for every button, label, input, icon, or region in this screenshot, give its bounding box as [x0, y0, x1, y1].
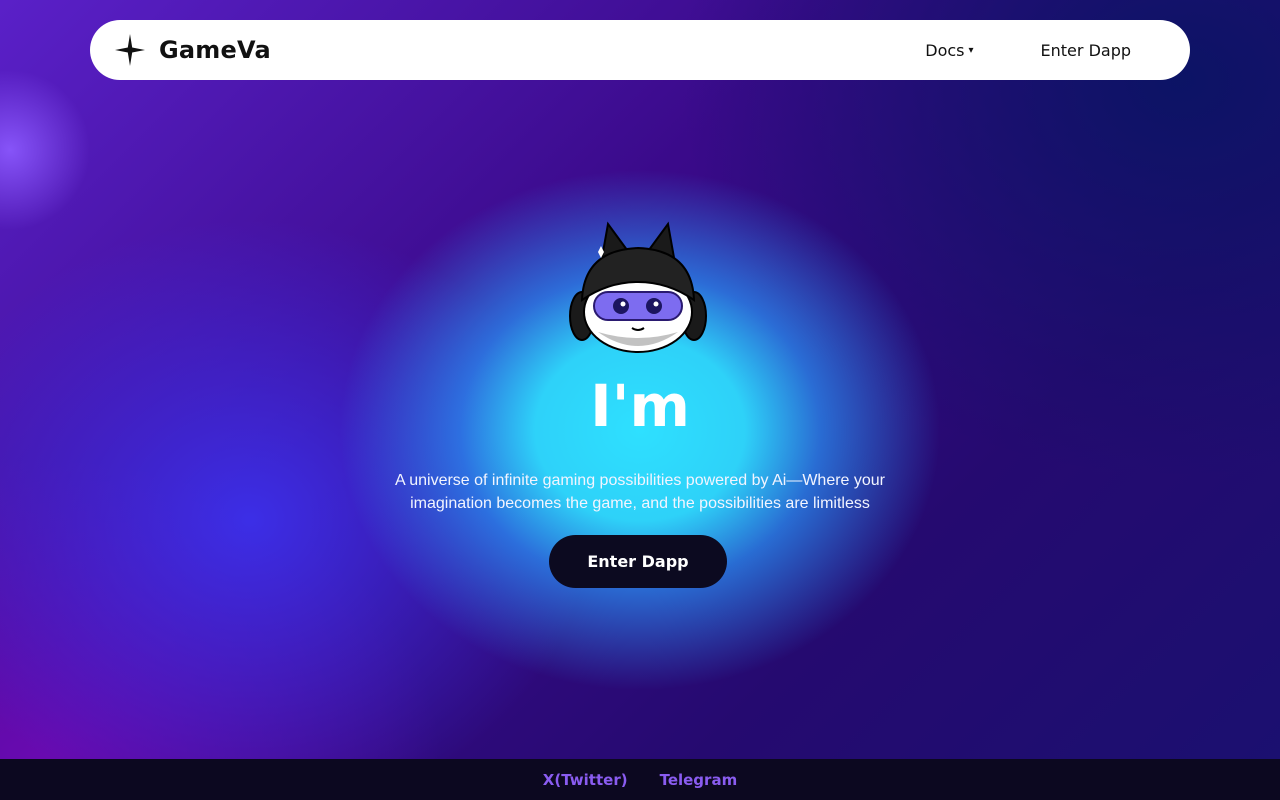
cat-mascot-icon: [569, 221, 707, 353]
twitter-link[interactable]: X(Twitter): [543, 771, 628, 789]
hero-headline: I'm: [590, 372, 690, 440]
docs-label: Docs: [925, 40, 965, 60]
docs-dropdown[interactable]: Docs ▾: [925, 41, 973, 60]
nav-enter-dapp-link[interactable]: Enter Dapp: [1041, 41, 1131, 60]
caret-down-icon: ▾: [968, 44, 974, 56]
four-point-star-icon: [115, 34, 145, 66]
enter-dapp-button[interactable]: Enter Dapp: [549, 535, 727, 588]
hero-subtitle: A universe of infinite gaming possibilit…: [394, 472, 886, 512]
top-navbar: GameVa Docs ▾ Enter Dapp: [90, 20, 1190, 80]
telegram-link[interactable]: Telegram: [660, 771, 738, 789]
brand-name: GameVa: [159, 36, 271, 64]
footer: X(Twitter) Telegram: [0, 759, 1280, 800]
nav-links: Docs ▾ Enter Dapp: [925, 41, 1131, 60]
brand[interactable]: GameVa: [115, 34, 271, 66]
